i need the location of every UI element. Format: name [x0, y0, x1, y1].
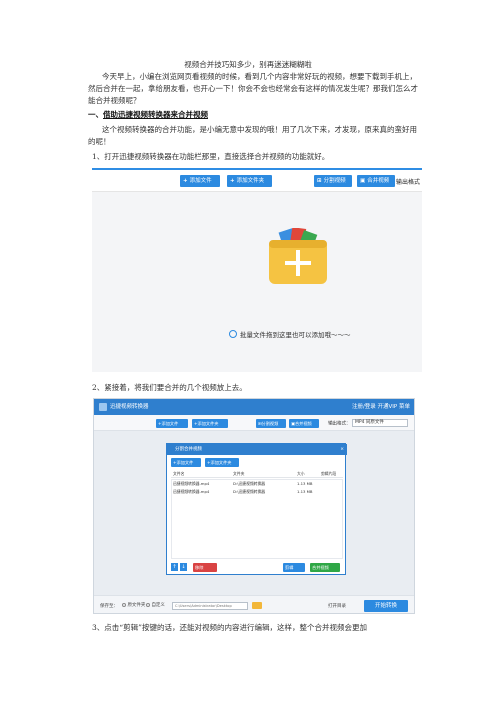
split-video-button[interactable]: ⊞分割视频: [256, 419, 286, 428]
output-format-select[interactable]: MP4 同原文件: [352, 419, 408, 427]
save-option-custom[interactable]: 自定义: [146, 602, 165, 608]
split-video-button[interactable]: ⊞分割视频: [314, 175, 352, 187]
merge-video-button[interactable]: ▣合并视频: [357, 175, 395, 187]
bottom-bar: 保存至： 原文件夹 自定义 C:\Users\Administrator\Des…: [94, 595, 414, 613]
step-1-text: 1、打开迅捷视频转换器在功能栏那里，直接选择合并视频的功能就好。: [92, 152, 330, 161]
output-format-label: 输出格式: [395, 179, 420, 186]
section-heading: 一、借助迅捷视频转换器来合并视频: [88, 109, 208, 120]
remove-button[interactable]: 移除: [193, 563, 217, 572]
add-file-button[interactable]: +添加文件: [180, 175, 220, 187]
open-output-button[interactable]: 打开目录: [328, 603, 346, 609]
dialog-close-button[interactable]: ×: [340, 444, 344, 455]
step-3-text: 3、点击“剪辑”按键的话，还能对视频的内容进行编辑，这样，整个合并视频会更加: [92, 623, 367, 632]
dialog-add-folder-button[interactable]: +添加文件夹: [205, 458, 239, 467]
document-title: 视频合并技巧知多少，别再迷迷糊糊啦: [184, 60, 312, 69]
document-page: 视频合并技巧知多少，别再迷迷糊糊啦 今天早上，小编在浏览网页看视频的时候，看到几…: [0, 0, 496, 702]
toolbar: +添加文件 +添加文件夹 ⊞分割视频 ▣合并视频: [92, 170, 422, 192]
add-folder-button[interactable]: +添加文件夹: [192, 419, 228, 428]
merge-video-button[interactable]: ▣合并视频: [289, 419, 319, 428]
method-paragraph: 这个视频转换器的合并功能，是小编无意中发现的哦！用了几次下来，才发现，原来真的蛮…: [88, 125, 417, 146]
dialog-title: 分割合并视频 ×: [167, 444, 347, 455]
start-convert-button[interactable]: 开始转换: [364, 600, 408, 612]
drag-hint: 批量文件拖到这里也可以添加哦～～～: [229, 329, 351, 339]
titlebar-actions[interactable]: 注册/登录 开通VIP 菜单: [352, 399, 410, 415]
save-option-source[interactable]: 原文件夹: [122, 602, 145, 608]
output-format: 输出格式： MP4 同原文件: [328, 419, 408, 427]
move-up-button[interactable]: ↑: [171, 563, 178, 571]
app-title: 迅捷视频转换器: [110, 404, 149, 410]
clip-button[interactable]: 剪辑: [283, 563, 305, 572]
save-path-input[interactable]: C:\Users\Administrator\Desktop: [172, 602, 248, 610]
file-row[interactable]: 迅捷视频转换器.mp4 D:\迅捷视频转换器 1.13 MB: [171, 481, 343, 488]
intro-paragraph: 今天早上，小编在浏览网页看视频的时候，看到几个内容非常好玩的视频，想要下载到手机…: [88, 72, 418, 105]
merge-dialog: 分割合并视频 × +添加文件 +添加文件夹 文件名 文件夹 大小 剪辑片段 迅捷…: [166, 443, 347, 575]
file-row[interactable]: 迅捷视频转换器.mp4 D:\迅捷视频转换器 1.13 MB: [171, 489, 343, 496]
folder-add-icon[interactable]: [267, 228, 329, 286]
screenshot-merge-dialog: 迅捷视频转换器 注册/登录 开通VIP 菜单 +添加文件 +添加文件夹 ⊞分割视…: [93, 398, 415, 614]
step-2-text: 2、紧接着，将我们要合并的几个视频放上去。: [92, 383, 247, 392]
file-list-header: 文件名 文件夹 大小 剪辑片段: [171, 471, 343, 478]
dialog-add-file-button[interactable]: +添加文件: [171, 458, 201, 467]
merge-button[interactable]: 合并视频: [310, 563, 340, 572]
screenshot-merge-feature: + 添加文件 + 添加文件夹 ⊞ 分割视频 ▣ 合并视频 输出格式 批量文件拖到这里也可…: [92, 168, 422, 372]
add-file-button[interactable]: +添加文件: [156, 419, 188, 428]
move-down-button[interactable]: ↓: [180, 563, 187, 571]
app-titlebar: 迅捷视频转换器 注册/登录 开通VIP 菜单: [94, 399, 414, 415]
add-folder-button[interactable]: +添加文件夹: [227, 175, 272, 187]
save-to-label: 保存至：: [100, 604, 118, 609]
section-heading-number: 一、: [88, 110, 103, 119]
app-logo-icon: [99, 403, 107, 411]
folder-icon[interactable]: [252, 602, 262, 609]
add-circle-icon: [229, 330, 237, 338]
section-heading-text: 借助迅捷视频转换器来合并视频: [103, 110, 208, 119]
